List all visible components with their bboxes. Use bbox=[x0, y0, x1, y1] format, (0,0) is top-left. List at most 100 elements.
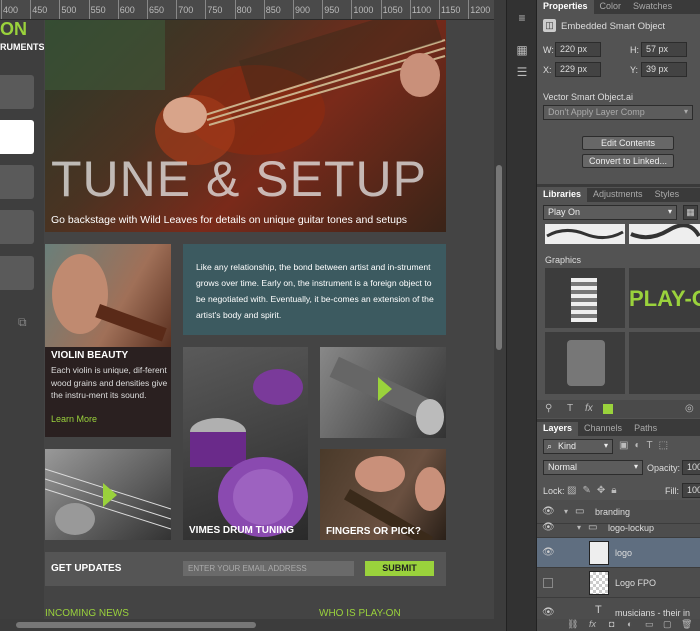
fx-icon[interactable]: fx bbox=[585, 403, 593, 414]
submit-button[interactable]: SUBMIT bbox=[365, 561, 434, 576]
tab-paths[interactable]: Paths bbox=[628, 422, 663, 436]
tab-channels[interactable]: Channels bbox=[578, 422, 628, 436]
ruler-tick bbox=[30, 0, 32, 19]
folder-icon: ▭ bbox=[588, 522, 598, 533]
layer-row[interactable]: 👁︎ ▾ ▭ logo-lockup bbox=[537, 518, 700, 538]
layers-list: 👁︎ ▾ ▭ branding 👁︎ ▾ ▭ logo-lockup 👁︎ lo… bbox=[537, 500, 700, 631]
violin-learn-more-link[interactable]: Learn More bbox=[51, 414, 97, 424]
blend-mode-select[interactable]: Normal ▾ bbox=[543, 460, 643, 475]
quote-text: Like any relationship, the bond between … bbox=[196, 262, 434, 320]
ruler-tick-label: 850 bbox=[265, 5, 281, 15]
cloud-icon[interactable]: ◎ bbox=[685, 403, 694, 414]
search-icon: ⌕ bbox=[547, 441, 553, 451]
panel-icon-strip: ≡ ▦ ☰ bbox=[506, 0, 537, 631]
sidebar-nav-button[interactable] bbox=[0, 256, 34, 290]
library-graphic-thumb[interactable]: PLAY-O bbox=[629, 268, 700, 328]
horizontal-scroll-thumb[interactable] bbox=[16, 622, 256, 628]
lock-icons[interactable]: ▨✎✥🔒︎ bbox=[567, 485, 623, 496]
folder-icon[interactable]: ▭ bbox=[645, 619, 654, 630]
fill-field[interactable]: 100 bbox=[682, 483, 700, 498]
chevron-down-icon[interactable]: ▾ bbox=[577, 523, 581, 532]
layer-row[interactable]: Logo FPO bbox=[537, 568, 700, 598]
tab-color[interactable]: Color bbox=[594, 0, 628, 14]
x-field[interactable]: 229 px bbox=[555, 62, 601, 77]
eye-icon[interactable]: 👁︎ bbox=[542, 522, 555, 534]
tab-layers[interactable]: Layers bbox=[537, 422, 579, 436]
visibility-checkbox[interactable] bbox=[543, 578, 553, 588]
layers-footer: ⛓︎ fx ◘ ◐ ▭ ▢ 🗑︎ bbox=[537, 619, 700, 631]
vertical-scroll-thumb[interactable] bbox=[496, 165, 502, 350]
vertical-scrollbar[interactable] bbox=[494, 20, 506, 620]
text-icon[interactable]: T bbox=[567, 403, 573, 414]
library-graphic-thumb[interactable] bbox=[629, 332, 700, 394]
library-graphic-thumb[interactable] bbox=[545, 268, 625, 328]
edit-contents-button[interactable]: Edit Contents bbox=[582, 136, 674, 150]
guitar-video-tile[interactable] bbox=[45, 449, 171, 540]
eye-icon[interactable]: 👁︎ bbox=[542, 506, 555, 518]
eye-icon[interactable]: 👁︎ bbox=[542, 547, 555, 559]
horizontal-scrollbar[interactable] bbox=[0, 619, 506, 631]
brush-stroke-illustration bbox=[630, 223, 700, 240]
drum-kit-illustration bbox=[190, 369, 308, 537]
play-icon[interactable] bbox=[378, 377, 392, 401]
library-graphic-thumb[interactable] bbox=[545, 332, 625, 394]
ruler-tick-label: 400 bbox=[3, 5, 19, 15]
layer-row-selected[interactable]: 👁︎ logo bbox=[537, 538, 700, 568]
footer-who-is[interactable]: WHO IS PLAY-ON bbox=[319, 608, 401, 619]
library-select[interactable]: Play On ▾ bbox=[543, 205, 677, 220]
notes-icon[interactable]: ☰ bbox=[514, 64, 530, 80]
tab-swatches[interactable]: Swatches bbox=[627, 0, 678, 14]
right-panels: Properties Color Swatches ◫ Embedded Smart… bbox=[537, 0, 700, 631]
ruler-tick-label: 950 bbox=[324, 5, 340, 15]
puzzle-icon: ⧉ bbox=[18, 315, 27, 329]
layers-tabs: Layers Channels Paths bbox=[537, 422, 700, 436]
ruler-tick bbox=[117, 0, 119, 19]
adjustment-icon[interactable]: ◐ bbox=[627, 619, 632, 629]
tab-styles[interactable]: Styles bbox=[649, 188, 686, 202]
violin-video-tile[interactable] bbox=[320, 347, 446, 438]
history-icon[interactable]: ≡ bbox=[514, 10, 530, 26]
w-label: W: bbox=[543, 45, 554, 55]
y-field[interactable]: 39 px bbox=[641, 62, 687, 77]
ruler-tick-label: 700 bbox=[178, 5, 194, 15]
trash-icon[interactable]: 🗑︎ bbox=[681, 619, 692, 630]
artboard-icon[interactable]: ▦ bbox=[514, 42, 530, 58]
color-swatch-icon[interactable] bbox=[603, 404, 613, 414]
width-field[interactable]: 220 px bbox=[555, 42, 601, 57]
ruler-tick bbox=[88, 0, 90, 19]
grid-view-icon[interactable]: ▦ bbox=[683, 205, 698, 220]
opacity-field[interactable]: 100 bbox=[682, 460, 700, 475]
drum-tile[interactable]: VIMES DRUM TUNING bbox=[183, 347, 308, 540]
library-brush-thumb[interactable] bbox=[545, 224, 625, 244]
link-icon[interactable]: ⛓︎ bbox=[567, 619, 578, 630]
fx-icon[interactable]: fx bbox=[589, 619, 596, 629]
character-style-icon[interactable]: ⚲ bbox=[545, 403, 552, 414]
convert-to-linked-button[interactable]: Convert to Linked... bbox=[582, 154, 674, 168]
layer-filter-select[interactable]: ⌕ Kind ▾ bbox=[543, 439, 613, 454]
new-layer-icon[interactable]: ▢ bbox=[663, 619, 672, 630]
library-brush-thumb[interactable] bbox=[629, 223, 700, 244]
tab-adjustments[interactable]: Adjustments bbox=[587, 188, 649, 202]
tab-libraries[interactable]: Libraries bbox=[537, 188, 588, 202]
layer-comp-select[interactable]: Don't Apply Layer Comp ▾ bbox=[543, 105, 693, 120]
sidebar-nav-button-active[interactable] bbox=[0, 120, 34, 154]
layer-filter-icons[interactable]: ▣◐T⬚ bbox=[619, 440, 700, 451]
play-icon[interactable] bbox=[103, 483, 117, 507]
sidebar-nav-button[interactable] bbox=[0, 210, 34, 244]
footer-incoming-news[interactable]: INCOMING NEWS bbox=[45, 608, 129, 619]
folder-icon: ▭ bbox=[575, 506, 585, 517]
eye-icon[interactable]: 👁︎ bbox=[542, 607, 555, 619]
ruler-tick-label: 500 bbox=[61, 5, 77, 15]
fingers-tile[interactable]: FINGERS OR PICK? bbox=[320, 449, 446, 540]
libraries-footer: ⚲ T fx ◎ bbox=[537, 400, 700, 418]
panel-divider bbox=[537, 184, 700, 187]
chevron-down-icon[interactable]: ▾ bbox=[564, 507, 568, 516]
email-input[interactable]: ENTER YOUR EMAIL ADDRESS bbox=[183, 561, 354, 576]
document-canvas[interactable]: ON RUMENTS ⧉ TUNE & SETUP Go backstage w… bbox=[0, 20, 494, 620]
violin-tile[interactable]: VIOLIN BEAUTY Each violin is unique, dif… bbox=[45, 244, 171, 437]
sidebar-nav-button[interactable] bbox=[0, 75, 34, 109]
height-field[interactable]: 57 px bbox=[641, 42, 687, 57]
tab-properties[interactable]: Properties bbox=[537, 0, 594, 14]
mask-icon[interactable]: ◘ bbox=[609, 619, 614, 629]
sidebar-nav-button[interactable] bbox=[0, 165, 34, 199]
